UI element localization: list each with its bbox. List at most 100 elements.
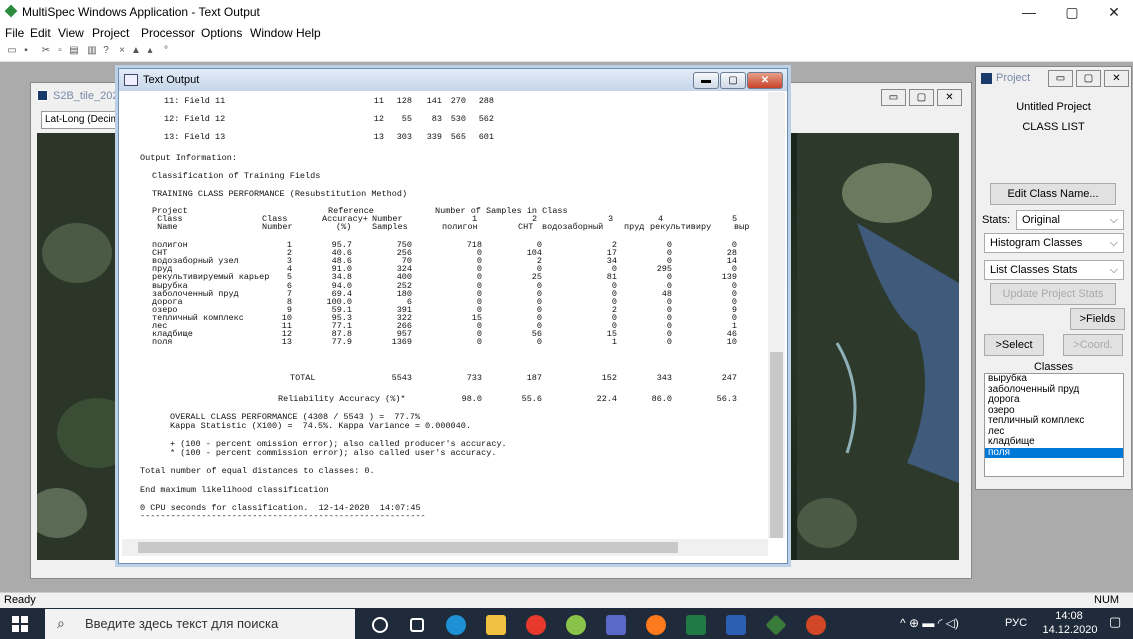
clock-date[interactable]: 14.12.2020: [1040, 624, 1100, 636]
cut-icon[interactable]: ✂: [40, 45, 52, 57]
select-button[interactable]: >Select: [984, 334, 1044, 356]
menu-processor[interactable]: Processor: [141, 26, 195, 40]
maximize-button[interactable]: ▢: [1053, 0, 1091, 24]
list-classes-stats-select[interactable]: List Classes Stats ⌵: [984, 260, 1124, 280]
edit-class-name-button[interactable]: Edit Class Name...: [990, 183, 1116, 205]
taskbar-search-input[interactable]: Введите здесь текст для поиска: [45, 609, 355, 639]
class-list-item[interactable]: поля: [985, 447, 1123, 458]
language-indicator[interactable]: РУС: [1005, 617, 1027, 629]
overlay-icon[interactable]: °: [160, 45, 172, 57]
print-icon[interactable]: ▥: [86, 45, 98, 57]
image-window-title: S2B_tile_2020: [53, 90, 125, 102]
task-view-icon[interactable]: [410, 618, 424, 632]
project-close-button[interactable]: ✕: [1104, 70, 1129, 87]
menu-project[interactable]: Project: [92, 26, 129, 40]
word-icon[interactable]: [726, 615, 746, 635]
fields-button[interactable]: >Fields: [1070, 308, 1125, 330]
edge-icon[interactable]: [446, 615, 466, 635]
header-name1: полигон: [442, 222, 478, 232]
text-output-content[interactable]: 11: Field 11 11 128 141 270 288 12: Field 12 12…: [122, 92, 767, 538]
class-list-item[interactable]: тепличный комплекс: [985, 415, 1123, 427]
text-output-titlebar[interactable]: Text Output ▬ ▢ ✕: [119, 69, 787, 91]
table-row-num: 13: [281, 337, 292, 348]
header-col3: 3: [608, 214, 614, 224]
classes-listbox[interactable]: вырубка заболоченный пруд дорога озеро тепли…: [984, 373, 1124, 477]
powerpoint-icon[interactable]: [806, 615, 826, 635]
performance-title: TRAINING CLASS PERFORMANCE (Resubstituti…: [152, 189, 408, 199]
field-row-name: 11: Field 11: [164, 96, 226, 106]
search-icon: ⌕: [57, 615, 65, 631]
text-minimize-button[interactable]: ▬: [693, 72, 719, 89]
classification-line: Classification of Training Fields: [152, 171, 321, 181]
text-maximize-button[interactable]: ▢: [720, 72, 746, 89]
zoom-icon[interactable]: ×: [116, 45, 128, 57]
windows-start-icon[interactable]: [12, 616, 28, 632]
yandex-icon[interactable]: [526, 615, 546, 635]
qgis-icon[interactable]: [566, 615, 586, 635]
text-vertical-thumb[interactable]: [770, 352, 783, 538]
menu-view[interactable]: View: [58, 26, 84, 40]
copy-icon[interactable]: ▫: [54, 45, 66, 57]
project-minimize-button[interactable]: ▭: [1048, 70, 1073, 87]
text-output-window[interactable]: Text Output ▬ ▢ ✕ 11: Field 11 11 128 141 27…: [118, 68, 788, 564]
notifications-icon[interactable]: ▢: [1109, 614, 1121, 630]
header-name5: рекультивиру: [650, 222, 712, 232]
text-close-button[interactable]: ✕: [747, 72, 783, 89]
image-window-icon: [37, 90, 48, 101]
output-info-line: Output Information:: [140, 153, 237, 163]
image-vertical-scrollbar[interactable]: [959, 133, 971, 560]
field-row-value: 11: [373, 96, 384, 106]
class-list-item[interactable]: вырубка: [985, 374, 1123, 385]
class-list-item[interactable]: дорога: [985, 394, 1123, 406]
file-explorer-icon[interactable]: [486, 615, 506, 635]
commission-note: * (100 - percent commission error); also…: [170, 448, 497, 458]
menu-window[interactable]: Window: [250, 26, 293, 40]
app-titlebar: MultiSpec Windows Application - Text Out…: [0, 0, 1133, 24]
update-project-stats-button[interactable]: Update Project Stats: [990, 283, 1116, 305]
class-list-label: CLASS LIST: [1022, 121, 1085, 133]
coord-button[interactable]: >Coord.: [1063, 334, 1123, 356]
reliability-c1: 98.0: [461, 394, 482, 404]
total-c3: 152: [601, 373, 617, 383]
stats-select[interactable]: Original ⌵: [1016, 210, 1124, 230]
menu-help[interactable]: Help: [296, 26, 321, 40]
image-minimize-button[interactable]: ▭: [881, 89, 906, 106]
total-c2: 187: [526, 373, 542, 383]
image-maximize-button[interactable]: ▢: [909, 89, 934, 106]
toolbar: ▭ ▪ ✂ ▫ ▤ ▥ ? × ▲ ▴ °: [0, 42, 1133, 62]
clock-time[interactable]: 14:08: [1049, 610, 1089, 622]
text-horizontal-scrollbar[interactable]: [122, 539, 768, 556]
menu-edit[interactable]: Edit: [30, 26, 51, 40]
help-icon[interactable]: ?: [100, 45, 112, 57]
system-tray-icons[interactable]: ^ ⊕ ▬ ◜ ◁): [900, 616, 959, 630]
open-icon[interactable]: ▭: [6, 45, 18, 57]
project-maximize-button[interactable]: ▢: [1076, 70, 1101, 87]
project-window[interactable]: Project ▭ ▢ ✕ Untitled Project CLASS LIS…: [975, 66, 1132, 490]
text-vertical-scrollbar[interactable]: [768, 92, 785, 538]
close-button[interactable]: ✕: [1095, 0, 1133, 24]
table-row-c1: 0: [476, 337, 482, 348]
field-row-value: 303: [396, 132, 412, 142]
menu-file[interactable]: File: [5, 26, 24, 40]
untitled-project-label: Untitled Project: [1016, 101, 1091, 113]
project-window-icon: [981, 73, 992, 84]
header-name3: водозаборный: [542, 222, 604, 232]
image-close-button[interactable]: ✕: [937, 89, 962, 106]
firefox-icon[interactable]: [646, 615, 666, 635]
image-horizontal-scrollbar[interactable]: [37, 562, 959, 576]
field-row-name: 12: Field 12: [164, 114, 226, 124]
excel-icon[interactable]: [686, 615, 706, 635]
histogram-label: Histogram Classes: [990, 237, 1083, 249]
menu-options[interactable]: Options: [201, 26, 242, 40]
text-horizontal-thumb[interactable]: [138, 542, 678, 553]
paste-icon[interactable]: ▤: [68, 45, 80, 57]
zoom-in-icon[interactable]: ▲: [130, 45, 142, 57]
minimize-button[interactable]: —: [1010, 0, 1048, 24]
save-icon[interactable]: ▪: [20, 45, 32, 57]
field-row-value: 288: [478, 96, 494, 106]
class-list-item[interactable]: кладбище: [985, 436, 1123, 448]
histogram-classes-select[interactable]: Histogram Classes ⌵: [984, 233, 1124, 253]
zoom-out-icon[interactable]: ▴: [144, 45, 156, 57]
teams-icon[interactable]: [606, 615, 626, 635]
cortana-icon[interactable]: [372, 617, 388, 633]
